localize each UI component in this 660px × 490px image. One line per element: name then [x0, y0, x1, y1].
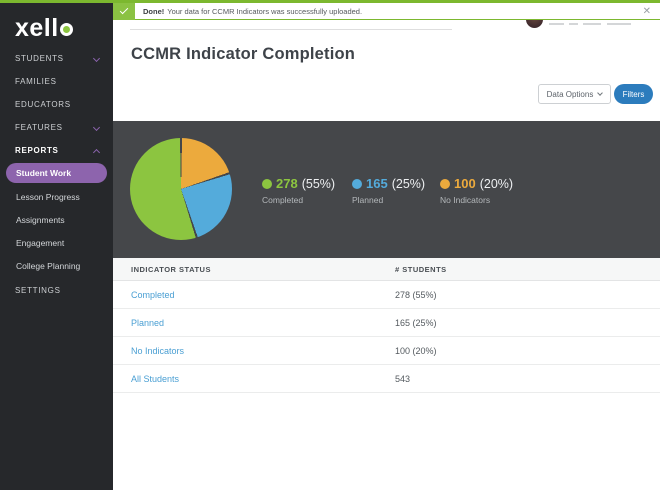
toast-top-border	[0, 0, 660, 3]
sidebar-item-reports[interactable]: REPORTS	[15, 144, 105, 158]
students-value: 543	[395, 374, 410, 384]
sidebar-item-settings[interactable]: SETTINGS	[15, 284, 105, 298]
legend-percent: (25%)	[392, 177, 425, 191]
legend-label: Planned	[352, 195, 425, 205]
legend-dot-no-indicators	[440, 179, 450, 189]
table-row: Planned 165 (25%)	[113, 309, 660, 337]
data-options-button[interactable]: Data Options	[538, 84, 611, 104]
legend-dot-planned	[352, 179, 362, 189]
xello-logo[interactable]: xell	[15, 14, 73, 43]
sidebar-item-lesson-progress[interactable]: Lesson Progress	[16, 191, 80, 204]
user-menu-text-clipped	[569, 23, 578, 25]
chevron-down-icon	[598, 90, 604, 96]
sidebar-item-student-work[interactable]: Student Work	[6, 163, 107, 183]
user-menu-text-clipped	[607, 23, 631, 25]
status-link-completed[interactable]: Completed	[131, 290, 175, 300]
legend-percent: (20%)	[480, 177, 513, 191]
students-value: 278 (55%)	[395, 290, 437, 300]
legend-value: 165	[366, 176, 388, 191]
sidebar-item-engagement[interactable]: Engagement	[16, 237, 64, 250]
students-value: 100 (20%)	[395, 346, 437, 356]
legend-value: 278	[276, 176, 298, 191]
filters-button[interactable]: Filters	[614, 84, 653, 104]
chevron-up-icon	[93, 149, 100, 156]
sidebar-item-college-planning[interactable]: College Planning	[16, 260, 80, 273]
table-row: Completed 278 (55%)	[113, 281, 660, 309]
close-icon[interactable]: ✕	[643, 5, 651, 18]
page-title: CCMR Indicator Completion	[131, 45, 355, 64]
app-screen: xell STUDENTS FAMILIES EDUCATORS FEATURE…	[0, 0, 660, 490]
check-icon	[120, 6, 128, 14]
sidebar-item-educators[interactable]: EDUCATORS	[15, 98, 105, 112]
legend-dot-completed	[262, 179, 272, 189]
toast-message: Done!Your data for CCMR Indicators was s…	[143, 7, 362, 16]
table-row: No Indicators 100 (20%)	[113, 337, 660, 365]
legend-item-completed: 278 (55%) Completed	[262, 176, 335, 205]
user-menu-text-clipped	[549, 23, 564, 25]
table-header-row: INDICATOR STATUS # STUDENTS	[113, 258, 660, 281]
status-link-no-indicators[interactable]: No Indicators	[131, 346, 184, 356]
indicator-table: INDICATOR STATUS # STUDENTS Completed 27…	[113, 258, 660, 393]
user-menu-text-clipped	[583, 23, 601, 25]
legend-item-no-indicators: 100 (20%) No Indicators	[440, 176, 513, 205]
chart-panel: 278 (55%) Completed 165 (25%) Planned 10…	[113, 121, 660, 258]
chevron-down-icon	[93, 124, 100, 131]
legend-label: Completed	[262, 195, 335, 205]
sidebar-item-students[interactable]: STUDENTS	[15, 52, 105, 66]
legend-value: 100	[454, 176, 476, 191]
students-value: 165 (25%)	[395, 318, 437, 328]
header-divider	[130, 29, 452, 30]
status-link-all-students[interactable]: All Students	[131, 374, 179, 384]
legend-percent: (55%)	[302, 177, 335, 191]
sidebar-item-features[interactable]: FEATURES	[15, 121, 105, 135]
logo-o-icon	[60, 23, 73, 36]
chevron-down-icon	[93, 55, 100, 62]
legend-label: No Indicators	[440, 195, 513, 205]
legend-item-planned: 165 (25%) Planned	[352, 176, 425, 205]
sidebar-item-assignments[interactable]: Assignments	[16, 214, 65, 227]
table-row: All Students 543	[113, 365, 660, 393]
success-check-box	[113, 3, 135, 20]
column-header-students: # STUDENTS	[395, 265, 447, 274]
sidebar-item-families[interactable]: FAMILIES	[15, 75, 105, 89]
status-link-planned[interactable]: Planned	[131, 318, 164, 328]
column-header-indicator-status: INDICATOR STATUS	[131, 265, 211, 274]
sidebar: xell STUDENTS FAMILIES EDUCATORS FEATURE…	[0, 0, 113, 490]
pie-chart	[130, 138, 232, 240]
success-toast: Done!Your data for CCMR Indicators was s…	[113, 3, 660, 20]
